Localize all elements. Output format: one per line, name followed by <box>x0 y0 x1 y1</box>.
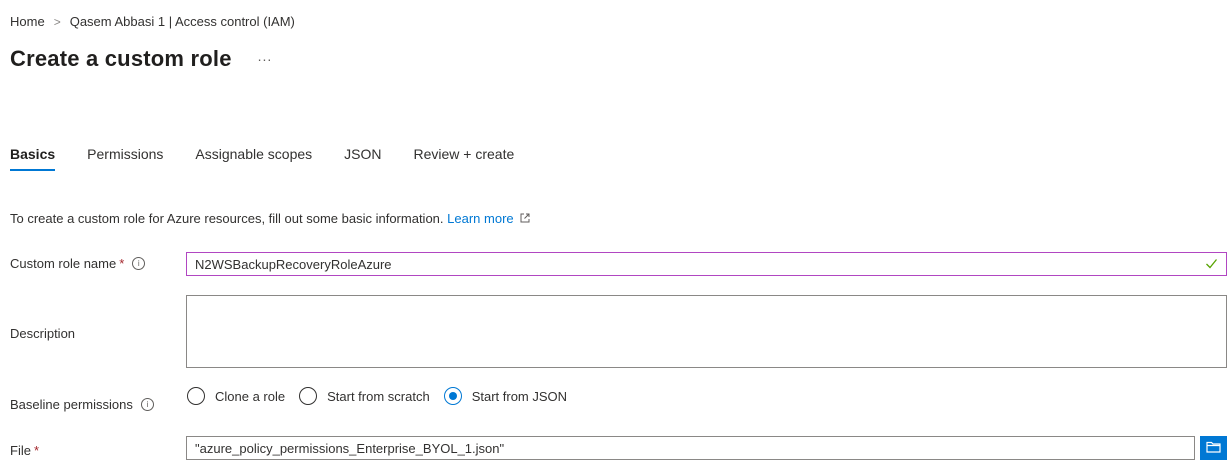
radio-start-from-json[interactable]: Start from JSON <box>443 387 568 405</box>
description-textarea[interactable] <box>186 295 1227 368</box>
baseline-permissions-label-text: Baseline permissions <box>10 397 133 412</box>
radio-circle-selected[interactable] <box>443 387 462 405</box>
file-value: "azure_policy_permissions_Enterprise_BYO… <box>195 440 505 456</box>
radio-label: Clone a role <box>215 388 286 404</box>
file-label-text: File <box>10 443 31 458</box>
role-name-label: Custom role name * i <box>10 256 146 271</box>
tab-review-create[interactable]: Review + create <box>414 146 515 171</box>
intro-description: To create a custom role for Azure resour… <box>10 211 444 226</box>
baseline-radio-group: Clone a role Start from scratch Start fr… <box>187 387 581 405</box>
ellipsis-icon[interactable]: ... <box>258 48 273 70</box>
role-name-input[interactable]: N2WSBackupRecoveryRoleAzure <box>186 252 1227 276</box>
role-name-value: N2WSBackupRecoveryRoleAzure <box>195 256 392 272</box>
breadcrumb: Home > Qasem Abbasi 1 | Access control (… <box>10 14 295 29</box>
tab-json[interactable]: JSON <box>344 146 381 171</box>
tab-assignable-scopes[interactable]: Assignable scopes <box>195 146 312 171</box>
page-title: Create a custom role <box>10 46 232 71</box>
radio-label: Start from scratch <box>327 388 430 404</box>
folder-icon <box>1206 441 1221 456</box>
radio-circle[interactable] <box>187 387 205 405</box>
file-label: File * <box>10 443 39 458</box>
required-marker: * <box>33 443 40 458</box>
radio-clone-role[interactable]: Clone a role <box>187 387 285 405</box>
tab-basics[interactable]: Basics <box>10 146 56 171</box>
browse-file-button[interactable] <box>1200 436 1227 460</box>
title-row: Create a custom role ... <box>10 46 272 72</box>
info-icon[interactable]: i <box>132 257 146 270</box>
external-link-icon <box>517 213 530 226</box>
learn-more-link[interactable]: Learn more <box>447 211 513 226</box>
info-icon[interactable]: i <box>140 398 154 411</box>
breadcrumb-separator-icon: > <box>53 14 61 29</box>
intro-text: To create a custom role for Azure resour… <box>10 211 530 226</box>
description-label-text: Description <box>10 326 76 341</box>
checkmark-icon <box>1205 257 1218 273</box>
role-name-label-text: Custom role name <box>10 256 117 271</box>
tab-permissions[interactable]: Permissions <box>87 146 163 171</box>
required-marker: * <box>119 256 125 271</box>
file-input[interactable]: "azure_policy_permissions_Enterprise_BYO… <box>186 436 1195 460</box>
breadcrumb-iam-link[interactable]: Qasem Abbasi 1 | Access control (IAM) <box>70 14 295 29</box>
breadcrumb-home-link[interactable]: Home <box>10 14 45 29</box>
tab-bar: Basics Permissions Assignable scopes JSO… <box>10 146 546 171</box>
radio-start-from-scratch[interactable]: Start from scratch <box>299 387 430 405</box>
baseline-permissions-label: Baseline permissions i <box>10 397 154 412</box>
radio-label: Start from JSON <box>471 388 568 404</box>
radio-circle[interactable] <box>299 387 318 405</box>
description-label: Description <box>10 326 75 341</box>
